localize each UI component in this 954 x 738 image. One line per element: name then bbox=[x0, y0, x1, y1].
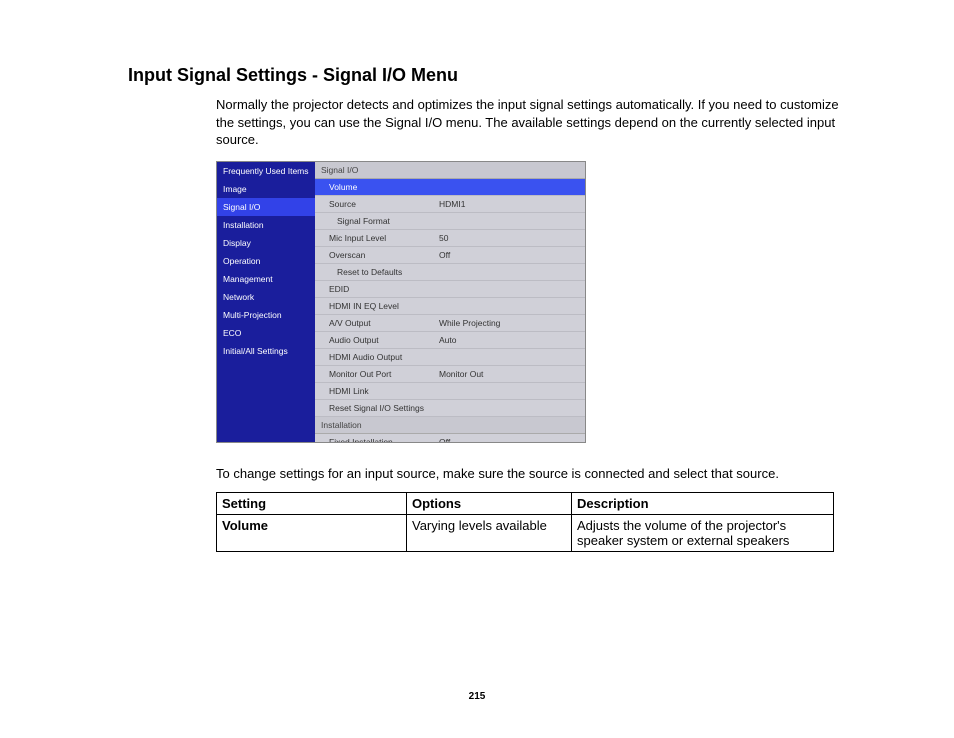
menu-row[interactable]: SourceHDMI1 bbox=[315, 196, 585, 213]
menu-row[interactable]: A/V OutputWhile Projecting bbox=[315, 315, 585, 332]
menu-row-label: Overscan bbox=[329, 250, 439, 260]
menu-row[interactable]: Fixed InstallationOff bbox=[315, 434, 585, 443]
menu-row-value: Off bbox=[439, 437, 579, 443]
menu-row-value bbox=[439, 403, 579, 413]
intro-paragraph: Normally the projector detects and optim… bbox=[216, 96, 844, 149]
menu-row-value: 50 bbox=[439, 233, 579, 243]
menu-row-value bbox=[447, 267, 579, 277]
sidebar-item[interactable]: Management bbox=[217, 270, 315, 288]
menu-row[interactable]: Mic Input Level50 bbox=[315, 230, 585, 247]
menu-row-value bbox=[439, 301, 579, 311]
menu-row-value: While Projecting bbox=[439, 318, 579, 328]
table-row: VolumeVarying levels availableAdjusts th… bbox=[217, 515, 834, 552]
menu-row[interactable]: Monitor Out PortMonitor Out bbox=[315, 366, 585, 383]
menu-row[interactable]: HDMI Audio Output bbox=[315, 349, 585, 366]
sidebar-item[interactable]: Network bbox=[217, 288, 315, 306]
menu-row-label: Signal Format bbox=[337, 216, 447, 226]
menu-row-value bbox=[439, 386, 579, 396]
menu-sidebar: Frequently Used ItemsImageSignal I/OInst… bbox=[217, 162, 315, 442]
menu-row-value bbox=[439, 284, 579, 294]
menu-row-value: Monitor Out bbox=[439, 369, 579, 379]
menu-row[interactable]: HDMI IN EQ Level bbox=[315, 298, 585, 315]
menu-row[interactable]: HDMI Link bbox=[315, 383, 585, 400]
menu-row[interactable]: Signal Format bbox=[315, 213, 585, 230]
menu-row-label: Audio Output bbox=[329, 335, 439, 345]
cell-description: Adjusts the volume of the projector's sp… bbox=[572, 515, 834, 552]
menu-row[interactable]: Audio OutputAuto bbox=[315, 332, 585, 349]
sidebar-item[interactable]: Image bbox=[217, 180, 315, 198]
menu-row-value: Auto bbox=[439, 335, 579, 345]
sidebar-item[interactable]: Operation bbox=[217, 252, 315, 270]
menu-row[interactable]: Reset to Defaults bbox=[315, 264, 585, 281]
menu-row-value bbox=[439, 352, 579, 362]
post-paragraph: To change settings for an input source, … bbox=[216, 465, 844, 483]
menu-row-label: Mic Input Level bbox=[329, 233, 439, 243]
menu-screenshot: Frequently Used ItemsImageSignal I/OInst… bbox=[216, 161, 586, 443]
sidebar-item[interactable]: Installation bbox=[217, 216, 315, 234]
table-header-options: Options bbox=[407, 493, 572, 515]
page-number: 215 bbox=[0, 691, 954, 702]
menu-row-label: HDMI Link bbox=[329, 386, 439, 396]
menu-row-label: A/V Output bbox=[329, 318, 439, 328]
menu-row-value bbox=[447, 216, 579, 226]
cell-setting: Volume bbox=[217, 515, 407, 552]
menu-row-value: HDMI1 bbox=[439, 199, 579, 209]
menu-row[interactable]: EDID bbox=[315, 281, 585, 298]
menu-row-label: Reset Signal I/O Settings bbox=[329, 403, 439, 413]
menu-row-label: Source bbox=[329, 199, 439, 209]
menu-section-header: Signal I/O bbox=[315, 162, 585, 179]
menu-row-value bbox=[439, 182, 579, 192]
menu-row[interactable]: OverscanOff bbox=[315, 247, 585, 264]
page-heading: Input Signal Settings - Signal I/O Menu bbox=[128, 65, 844, 86]
sidebar-item[interactable]: Frequently Used Items bbox=[217, 162, 315, 180]
menu-row[interactable]: Reset Signal I/O Settings bbox=[315, 400, 585, 417]
menu-row[interactable]: Volume bbox=[315, 179, 585, 196]
menu-row-label: Monitor Out Port bbox=[329, 369, 439, 379]
sidebar-item[interactable]: Multi-Projection bbox=[217, 306, 315, 324]
sidebar-item[interactable]: Initial/All Settings bbox=[217, 342, 315, 360]
menu-row-label: EDID bbox=[329, 284, 439, 294]
sidebar-item[interactable]: Signal I/O bbox=[217, 198, 315, 216]
menu-row-label: HDMI IN EQ Level bbox=[329, 301, 439, 311]
table-header-description: Description bbox=[572, 493, 834, 515]
cell-options: Varying levels available bbox=[407, 515, 572, 552]
sidebar-item[interactable]: ECO bbox=[217, 324, 315, 342]
menu-section-header: Installation bbox=[315, 417, 585, 434]
settings-table: Setting Options Description VolumeVaryin… bbox=[216, 492, 834, 552]
menu-row-value: Off bbox=[439, 250, 579, 260]
menu-row-label: Fixed Installation bbox=[329, 437, 439, 443]
sidebar-item[interactable]: Display bbox=[217, 234, 315, 252]
menu-row-label: HDMI Audio Output bbox=[329, 352, 439, 362]
table-header-setting: Setting bbox=[217, 493, 407, 515]
menu-row-label: Volume bbox=[329, 182, 439, 192]
menu-panel: Signal I/O Volume SourceHDMI1 Signal Forma… bbox=[315, 162, 585, 442]
menu-row-label: Reset to Defaults bbox=[337, 267, 447, 277]
